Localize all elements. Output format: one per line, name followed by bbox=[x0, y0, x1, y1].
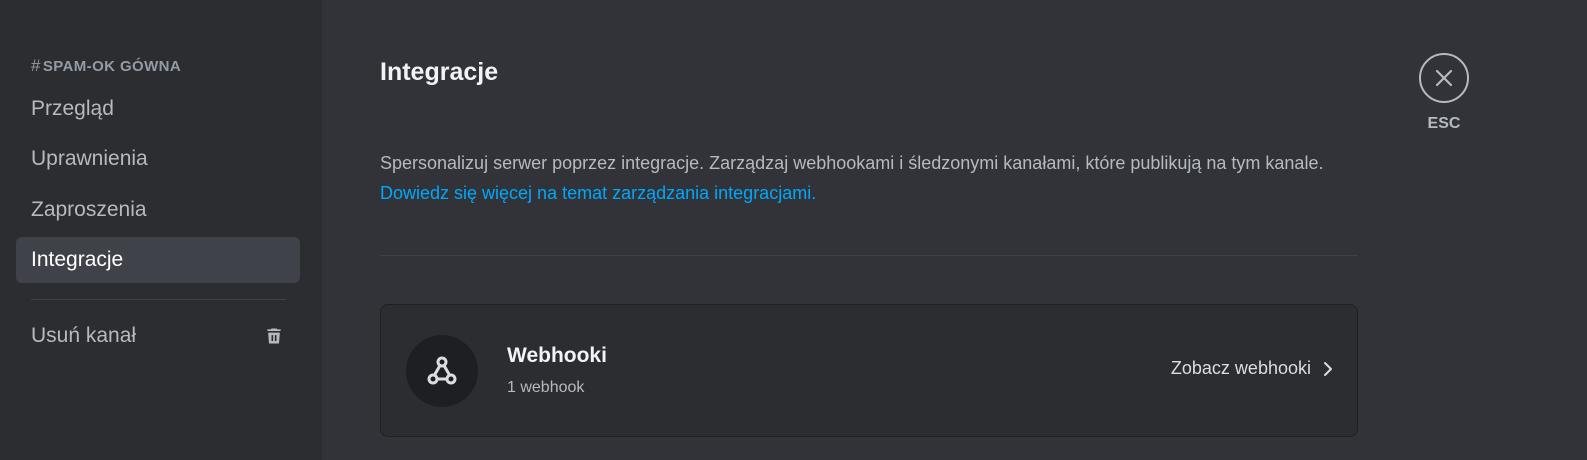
webhook-icon bbox=[406, 335, 478, 407]
webhooks-count: 1 webhook bbox=[507, 379, 585, 396]
close-icon bbox=[1435, 69, 1453, 87]
sidebar-item-label: Integracje bbox=[31, 248, 124, 271]
trash-icon bbox=[264, 326, 284, 346]
sidebar-item-label: Przegląd bbox=[31, 97, 114, 120]
sidebar-item-label: Uprawnienia bbox=[31, 147, 148, 170]
sidebar-divider bbox=[31, 299, 286, 300]
hash-icon: # bbox=[31, 56, 41, 75]
sidebar-item-invites[interactable]: Zaproszenia bbox=[16, 187, 300, 233]
esc-label: ESC bbox=[1427, 115, 1461, 132]
view-webhooks-button[interactable]: Zobacz webhooki bbox=[1171, 358, 1333, 379]
channel-settings-sidebar: # spam-ok gówna Przegląd Uprawnienia Zapr… bbox=[0, 0, 322, 460]
section-divider bbox=[380, 255, 1358, 256]
integrations-description: Spersonalizuj serwer poprzez integracje.… bbox=[380, 153, 1324, 203]
close-button[interactable] bbox=[1419, 53, 1469, 103]
main-content: Integracje Spersonalizuj serwer poprzez … bbox=[322, 0, 1587, 460]
delete-channel-label: Usuń kanał bbox=[31, 324, 137, 347]
sidebar-item-label: Zaproszenia bbox=[31, 198, 147, 221]
sidebar-item-overview[interactable]: Przegląd bbox=[16, 86, 300, 132]
sidebar-item-permissions[interactable]: Uprawnienia bbox=[16, 136, 300, 182]
page-title: Integracje bbox=[380, 58, 499, 86]
close-settings: ESC bbox=[1417, 53, 1471, 133]
webhooks-title: Webhooki bbox=[507, 344, 607, 367]
sidebar-item-integrations[interactable]: Integracje bbox=[16, 237, 300, 283]
chevron-right-icon bbox=[1324, 361, 1332, 376]
view-webhooks-label: Zobacz webhooki bbox=[1170, 358, 1311, 378]
channel-name-header: # spam-ok gówna bbox=[31, 56, 182, 75]
delete-channel-button[interactable]: Usuń kanał bbox=[16, 313, 300, 359]
webhooks-card[interactable]: Webhooki 1 webhook Zobacz webhooki bbox=[380, 304, 1358, 437]
learn-more-link[interactable]: Dowiedz się więcej na temat zarządzania … bbox=[380, 183, 816, 203]
